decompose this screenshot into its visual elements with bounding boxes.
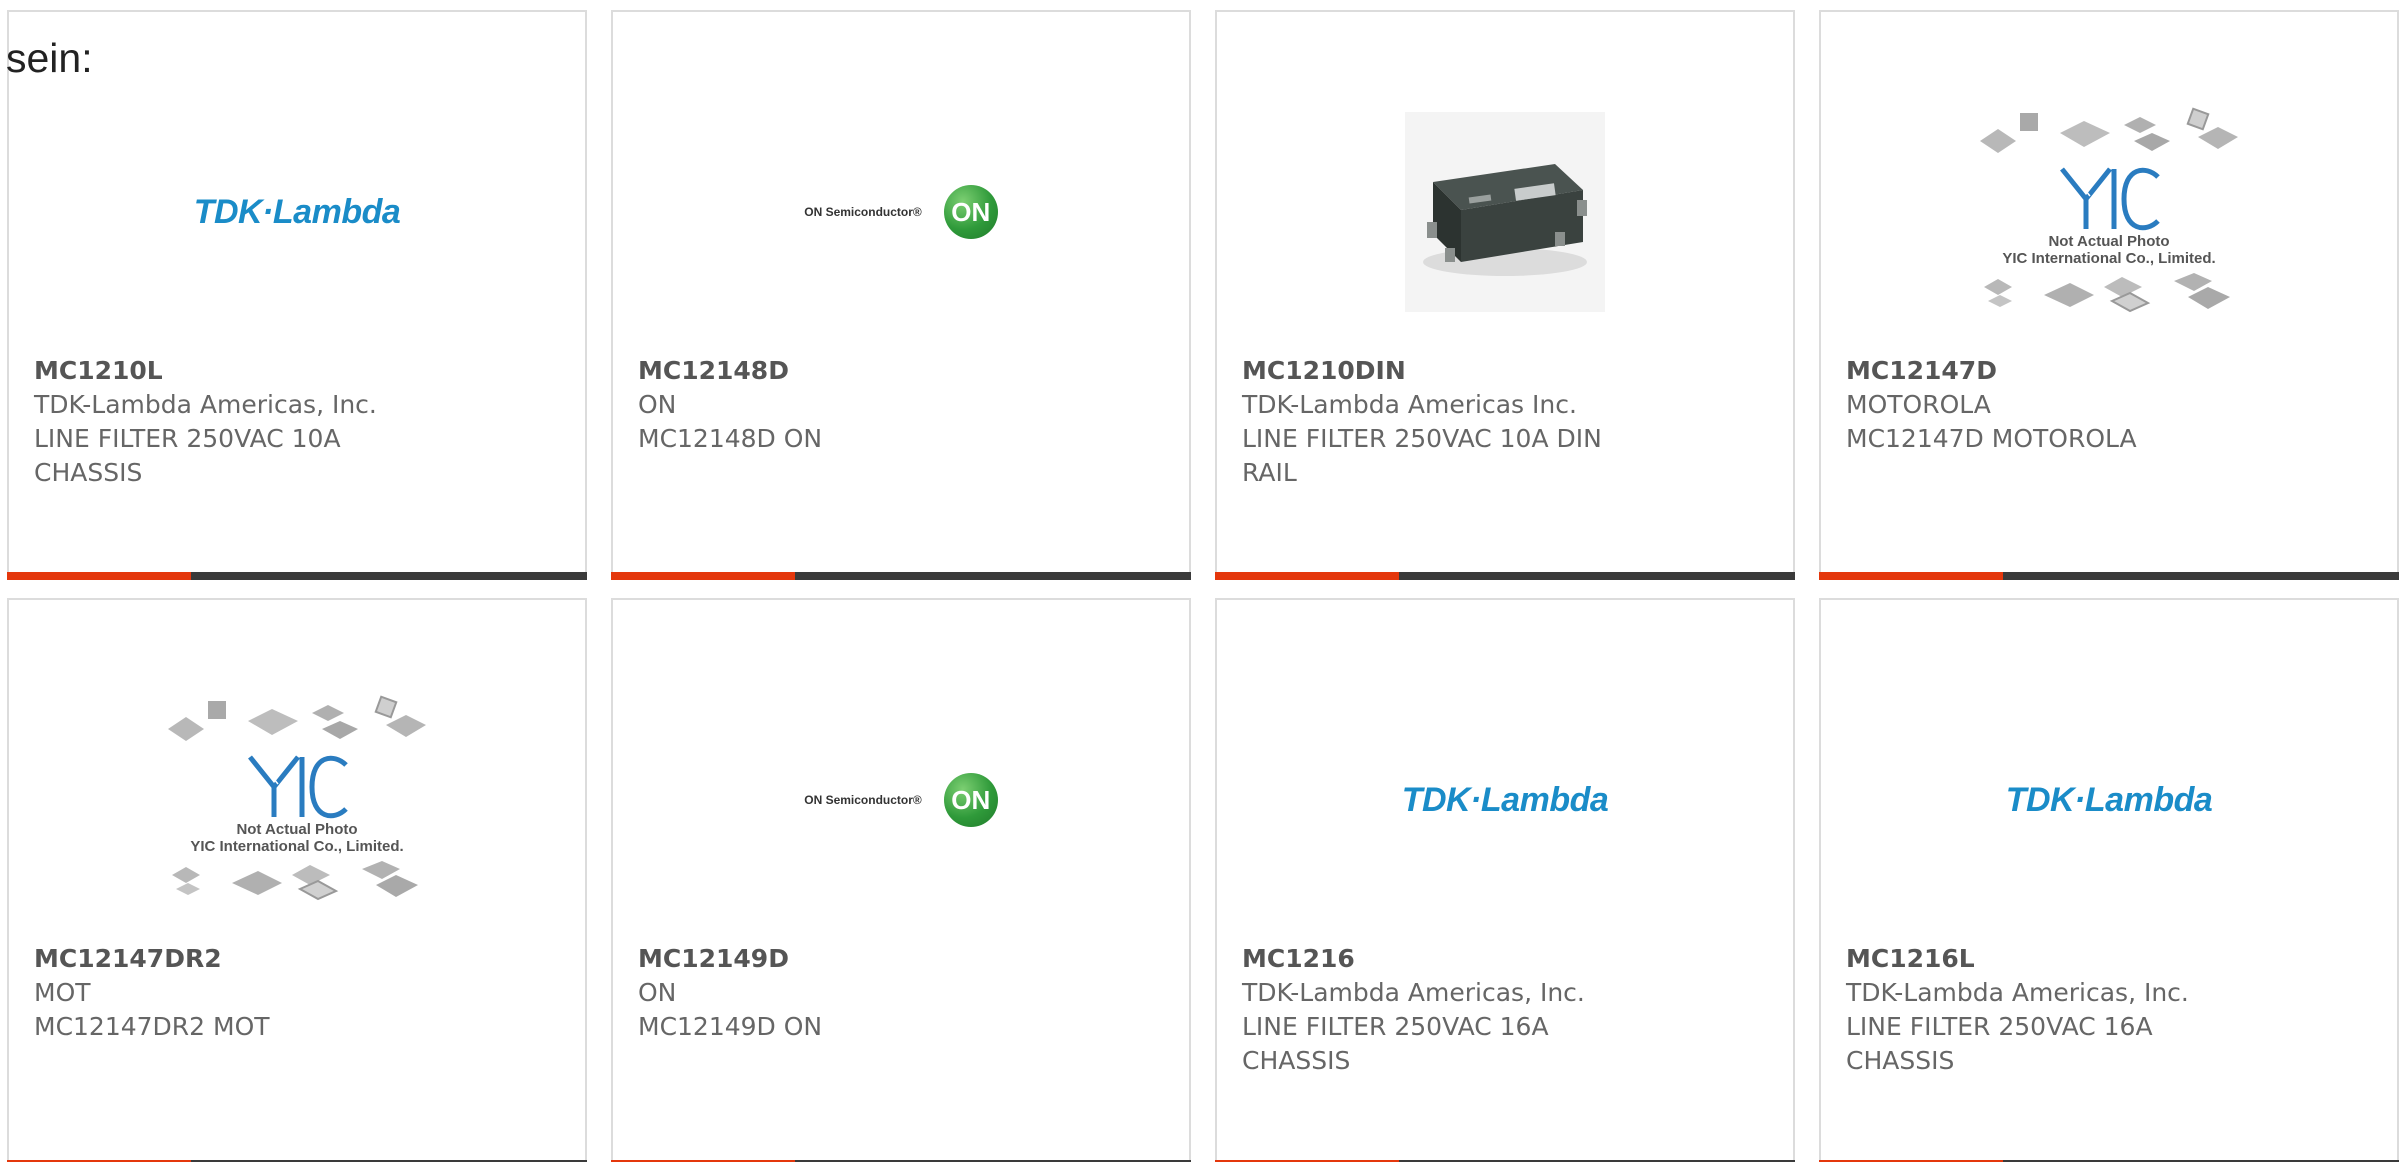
on-semiconductor-logo: ON Semiconductor® ON — [804, 185, 998, 239]
yic-caption-line-1: Not Actual Photo — [236, 821, 358, 838]
product-description: MC12147DR2 MOT — [34, 1012, 270, 1041]
card-accent-bar — [7, 572, 191, 580]
product-manufacturer: MOTOROLA — [1846, 390, 1991, 419]
product-image[interactable]: Not Actual Photo YIC International Co., … — [1821, 82, 2397, 342]
product-image[interactable]: ON Semiconductor® ON — [613, 82, 1189, 342]
product-card[interactable]: ON Semiconductor® ON MC12149D ON MC12149… — [611, 598, 1191, 1162]
product-card[interactable]: TDK·Lambda MC1216 TDK-Lambda Americas, I… — [1215, 598, 1795, 1162]
card-bottom-bar — [7, 572, 587, 580]
product-card[interactable]: Not Actual Photo YIC International Co., … — [1819, 10, 2399, 580]
product-part-number[interactable]: MC12148D — [638, 356, 789, 385]
product-card[interactable]: TDK·Lambda MC1210L TDK-Lambda Americas, … — [7, 10, 587, 580]
product-part-number[interactable]: MC1210L — [34, 356, 163, 385]
product-image[interactable]: TDK·Lambda — [1217, 670, 1793, 930]
product-image[interactable]: Not Actual Photo YIC International Co., … — [9, 670, 585, 930]
line-filter-photo — [1405, 112, 1605, 312]
product-manufacturer: TDK-Lambda Americas, Inc. — [34, 390, 377, 419]
page: sein: TDK·Lambda MC1210L TDK-Lambda Amer… — [0, 0, 2400, 1162]
product-manufacturer: TDK-Lambda Americas, Inc. — [1242, 978, 1585, 1007]
yic-placeholder: Not Actual Photo YIC International Co., … — [1974, 107, 2244, 317]
yic-logo-icon — [2060, 167, 2160, 231]
product-description: LINE FILTER 250VAC 16A CHASSIS — [1242, 1012, 1549, 1075]
card-accent-bar — [1819, 572, 2003, 580]
product-info: MC12147D MOTOROLA MC12147D MOTOROLA — [1846, 354, 2226, 456]
on-logo-icon: ON — [943, 185, 998, 239]
product-info: MC1210DIN TDK-Lambda Americas Inc. LINE … — [1242, 354, 1622, 490]
tdk-lambda-logo: TDK·Lambda — [193, 192, 401, 231]
product-description: LINE FILTER 250VAC 10A CHASSIS — [34, 424, 341, 487]
product-image[interactable]: ON Semiconductor® ON — [613, 670, 1189, 930]
product-image[interactable]: TDK·Lambda — [1821, 670, 2397, 930]
product-part-number[interactable]: MC1216 — [1242, 944, 1355, 973]
card-bottom-bar — [1215, 572, 1795, 580]
product-card[interactable]: TDK·Lambda MC1216L TDK-Lambda Americas, … — [1819, 598, 2399, 1162]
card-accent-bar — [1215, 572, 1399, 580]
chip-packages-top-icon — [1980, 107, 2238, 153]
on-semiconductor-logo: ON Semiconductor® ON — [804, 773, 998, 827]
product-info: MC12149D ON MC12149D ON — [638, 942, 1018, 1044]
card-bottom-bar — [611, 572, 1191, 580]
product-info: MC1216L TDK-Lambda Americas, Inc. LINE F… — [1846, 942, 2226, 1078]
yic-logo-icon — [248, 755, 348, 819]
yic-placeholder: Not Actual Photo YIC International Co., … — [162, 695, 432, 905]
on-semiconductor-wordmark: ON Semiconductor® — [804, 793, 922, 807]
yic-caption-line-1: Not Actual Photo — [2048, 233, 2170, 250]
product-description: MC12149D ON — [638, 1012, 823, 1041]
product-description: LINE FILTER 250VAC 16A CHASSIS — [1846, 1012, 2153, 1075]
product-part-number[interactable]: MC1216L — [1846, 944, 1975, 973]
chip-packages-bottom-icon — [1984, 273, 2230, 313]
product-info: MC1210L TDK-Lambda Americas, Inc. LINE F… — [34, 354, 414, 490]
product-manufacturer: TDK-Lambda Americas, Inc. — [1846, 978, 2189, 1007]
product-info: MC1216 TDK-Lambda Americas, Inc. LINE FI… — [1242, 942, 1622, 1078]
product-part-number[interactable]: MC12149D — [638, 944, 789, 973]
yic-caption-line-2: YIC International Co., Limited. — [190, 838, 404, 855]
product-manufacturer: ON — [638, 390, 677, 419]
chip-packages-bottom-icon — [172, 861, 418, 901]
yic-caption-line-2: YIC International Co., Limited. — [2002, 250, 2216, 267]
product-info: MC12148D ON MC12148D ON — [638, 354, 1018, 456]
tdk-lambda-logo: TDK·Lambda — [2005, 780, 2213, 819]
chip-packages-top-icon — [168, 695, 426, 741]
product-info: MC12147DR2 MOT MC12147DR2 MOT — [34, 942, 414, 1044]
product-grid: TDK·Lambda MC1210L TDK-Lambda Americas, … — [7, 10, 2399, 1162]
product-part-number[interactable]: MC12147DR2 — [34, 944, 222, 973]
product-description: MC12148D ON — [638, 424, 823, 453]
product-card[interactable]: MC1210DIN TDK-Lambda Americas Inc. LINE … — [1215, 10, 1795, 580]
product-description: MC12147D MOTOROLA — [1846, 424, 2137, 453]
product-part-number[interactable]: MC12147D — [1846, 356, 1997, 385]
product-part-number[interactable]: MC1210DIN — [1242, 356, 1406, 385]
product-image[interactable] — [1217, 82, 1793, 342]
leading-text: sein: — [6, 35, 93, 81]
card-bottom-bar — [1819, 572, 2399, 580]
on-semiconductor-wordmark: ON Semiconductor® — [804, 205, 922, 219]
tdk-lambda-logo: TDK·Lambda — [1401, 780, 1609, 819]
on-logo-icon: ON — [943, 773, 998, 827]
card-accent-bar — [611, 572, 795, 580]
product-manufacturer: MOT — [34, 978, 91, 1007]
product-description: LINE FILTER 250VAC 10A DIN RAIL — [1242, 424, 1602, 487]
product-manufacturer: TDK-Lambda Americas Inc. — [1242, 390, 1577, 419]
product-card[interactable]: Not Actual Photo YIC International Co., … — [7, 598, 587, 1162]
product-card[interactable]: ON Semiconductor® ON MC12148D ON MC12148… — [611, 10, 1191, 580]
product-image[interactable]: TDK·Lambda — [9, 82, 585, 342]
product-manufacturer: ON — [638, 978, 677, 1007]
